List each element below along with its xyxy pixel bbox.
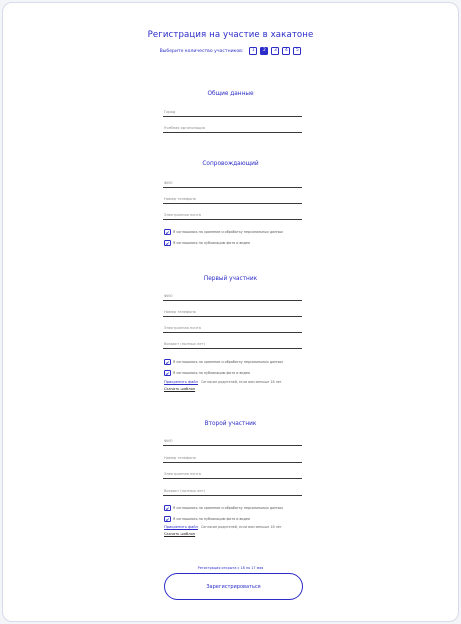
participant-count-selector: Выберите количество участников: 1 2 3 4 … xyxy=(3,47,458,55)
checkbox-checked[interactable] xyxy=(164,369,171,377)
count-option-5[interactable]: 5 xyxy=(293,47,302,55)
participant1-consent-media[interactable]: Я соглашаюсь на публикацию фото и видео xyxy=(164,369,250,377)
checkbox-checked[interactable] xyxy=(164,239,171,247)
attach-note: Согласие родителей, если вам меньше 18 л… xyxy=(200,380,282,384)
participant1-consent-data[interactable]: Я соглашаюсь на хранение и обработку пер… xyxy=(164,358,283,366)
download-template-link[interactable]: Скачать шаблон xyxy=(164,387,195,391)
participant1-phone-field[interactable]: Номер телефона xyxy=(163,308,302,317)
participant2-consent-media[interactable]: Я соглашаюсь на публикацию фото и видео xyxy=(164,515,250,523)
checkbox-checked[interactable] xyxy=(164,504,171,512)
checkbox-checked[interactable] xyxy=(164,515,171,523)
companion-name-placeholder: ФИО xyxy=(164,181,173,185)
companion-name-field[interactable]: ФИО xyxy=(163,179,302,188)
participant1-age-field[interactable]: Возраст (полных лет) xyxy=(163,340,302,349)
participant2-section-title: Второй участник xyxy=(204,421,257,427)
participant2-email-placeholder: Электронная почта xyxy=(164,472,201,476)
companion-section-title: Сопровождающий xyxy=(202,161,259,167)
count-option-1[interactable]: 1 xyxy=(249,47,258,55)
general-section-title: Общие данные xyxy=(207,91,254,97)
participant1-attachment: Прикрепить файл Согласие родителей, если… xyxy=(164,380,282,384)
check-icon xyxy=(165,360,169,364)
participant1-name-field[interactable]: ФИО xyxy=(163,292,302,301)
companion-consent-media[interactable]: Я соглашаюсь на публикацию фото и видео xyxy=(164,239,250,247)
participant1-email-placeholder: Электронная почта xyxy=(164,326,201,330)
companion-email-placeholder: Электронная почта xyxy=(164,213,201,217)
organization-field[interactable]: Учебная организация xyxy=(163,124,302,133)
download-template-link[interactable]: Скачать шаблон xyxy=(164,532,195,536)
consent-label: Я соглашаюсь на публикацию фото и видео xyxy=(173,371,250,375)
registration-form: Регистрация на участие в хакатоне Выбери… xyxy=(2,2,459,622)
checkbox-checked[interactable] xyxy=(164,358,171,366)
consent-label: Я соглашаюсь на хранение и обработку пер… xyxy=(173,360,284,364)
register-button[interactable]: Зарегистрироваться xyxy=(164,573,303,600)
check-icon xyxy=(165,241,169,245)
registration-deadline: Регистрация открыта с 18 по 17 мая xyxy=(197,566,264,570)
companion-phone-field[interactable]: Номер телефона xyxy=(163,195,302,204)
participant1-section-title: Первый участник xyxy=(203,276,258,282)
consent-label: Я соглашаюсь на публикацию фото и видео xyxy=(173,517,250,521)
check-icon xyxy=(165,371,169,375)
consent-label: Я соглашаюсь на хранение и обработку пер… xyxy=(173,506,284,510)
check-icon xyxy=(165,230,169,234)
participant1-age-placeholder: Возраст (полных лет) xyxy=(164,342,205,346)
check-icon xyxy=(165,517,169,521)
participant-count-label: Выберите количество участников: xyxy=(159,48,244,54)
count-option-2[interactable]: 2 xyxy=(260,47,269,55)
participant1-email-field[interactable]: Электронная почта xyxy=(163,324,302,333)
attach-file-link[interactable]: Прикрепить файл xyxy=(164,380,198,384)
participant2-consent-data[interactable]: Я соглашаюсь на хранение и обработку пер… xyxy=(164,504,283,512)
participant2-age-placeholder: Возраст (полных лет) xyxy=(164,489,205,493)
companion-consent-data[interactable]: Я соглашаюсь на хранение и обработку пер… xyxy=(164,228,283,236)
check-icon xyxy=(165,506,169,510)
consent-label: Я соглашаюсь на публикацию фото и видео xyxy=(173,241,250,245)
participant1-name-placeholder: ФИО xyxy=(164,294,173,298)
participant2-age-field[interactable]: Возраст (полных лет) xyxy=(163,487,302,496)
city-field[interactable]: Город xyxy=(163,108,302,117)
organization-placeholder: Учебная организация xyxy=(164,126,205,130)
participant2-phone-field[interactable]: Номер телефона xyxy=(163,454,302,463)
attach-file-link[interactable]: Прикрепить файл xyxy=(164,525,198,529)
count-option-4[interactable]: 4 xyxy=(282,47,291,55)
participant2-name-placeholder: ФИО xyxy=(164,439,173,443)
consent-label: Я соглашаюсь на хранение и обработку пер… xyxy=(173,230,284,234)
city-placeholder: Город xyxy=(164,110,176,114)
participant2-email-field[interactable]: Электронная почта xyxy=(163,470,302,479)
checkbox-checked[interactable] xyxy=(164,228,171,236)
count-option-3[interactable]: 3 xyxy=(271,47,280,55)
companion-phone-placeholder: Номер телефона xyxy=(164,197,196,201)
companion-email-field[interactable]: Электронная почта xyxy=(163,211,302,220)
participant2-name-field[interactable]: ФИО xyxy=(163,437,302,446)
participant2-phone-placeholder: Номер телефона xyxy=(164,456,196,460)
attach-note: Согласие родителей, если вам меньше 18 л… xyxy=(200,525,282,529)
participant1-phone-placeholder: Номер телефона xyxy=(164,310,196,314)
participant2-attachment: Прикрепить файл Согласие родителей, если… xyxy=(164,525,282,529)
page-title: Регистрация на участие в хакатоне xyxy=(147,30,314,40)
